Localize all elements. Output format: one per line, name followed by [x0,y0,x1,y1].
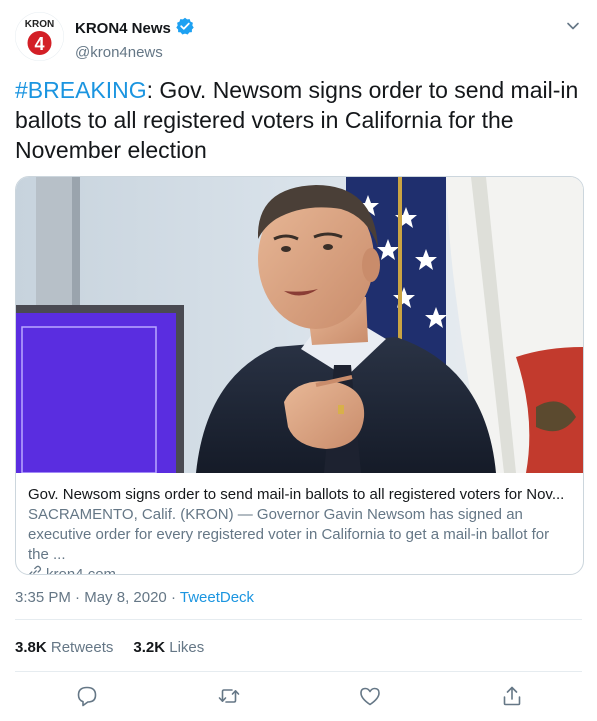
card-domain[interactable]: kron4.com [28,565,573,574]
svg-text:4: 4 [34,34,44,54]
card-description: SACRAMENTO, Calif. (KRON) — Governor Gav… [28,506,550,563]
card-title[interactable]: Gov. Newsom signs order to send mail-in … [28,485,573,505]
user-info[interactable]: KRON4 News @kron4news [75,17,194,61]
chevron-down-icon[interactable] [566,18,580,30]
kron4-logo-icon: KRON 4 [15,12,64,61]
tweet-text: #BREAKING: Gov. Newsom signs order to se… [15,75,582,165]
tweet-meta: 3:35 PM · May 8, 2020 · TweetDeck [15,589,254,606]
retweets-label: Retweets [50,639,114,656]
retweets-stat[interactable]: 3.8K Retweets [15,639,113,656]
tweet-actions [15,684,582,714]
tweet-date[interactable]: May 8, 2020 [84,589,167,606]
user-handle[interactable]: @kron4news [75,44,194,61]
divider [15,619,582,620]
tweet-time[interactable]: 3:35 PM [15,589,71,606]
card-domain-text[interactable]: kron4.com [46,565,116,574]
like-icon[interactable] [358,684,382,708]
tweet-header: KRON 4 KRON4 News @kron4news [15,12,582,62]
hashtag-link[interactable]: #BREAKING [15,77,147,103]
link-icon [28,565,42,574]
likes-label: Likes [169,639,205,656]
tweet-source-link[interactable]: TweetDeck [180,589,254,606]
svg-text:KRON: KRON [25,19,54,30]
likes-count: 3.2K [133,639,166,656]
retweet-icon[interactable] [217,684,241,708]
card-image[interactable] [16,177,583,473]
meta-separator: · [75,589,81,606]
avatar[interactable]: KRON 4 [15,12,64,61]
likes-stat[interactable]: 3.2K Likes [133,639,204,656]
divider [15,671,582,672]
reply-icon[interactable] [75,684,99,708]
tweet-stats: 3.8K Retweets 3.2K Likes [15,639,204,656]
retweets-count: 3.8K [15,639,47,656]
card-body[interactable]: Gov. Newsom signs order to send mail-in … [28,485,573,574]
share-icon[interactable] [500,684,524,708]
display-name[interactable]: KRON4 News [75,20,171,37]
verified-badge-icon [176,17,194,40]
link-card[interactable]: Gov. Newsom signs order to send mail-in … [15,176,584,575]
meta-separator: · [170,589,176,606]
